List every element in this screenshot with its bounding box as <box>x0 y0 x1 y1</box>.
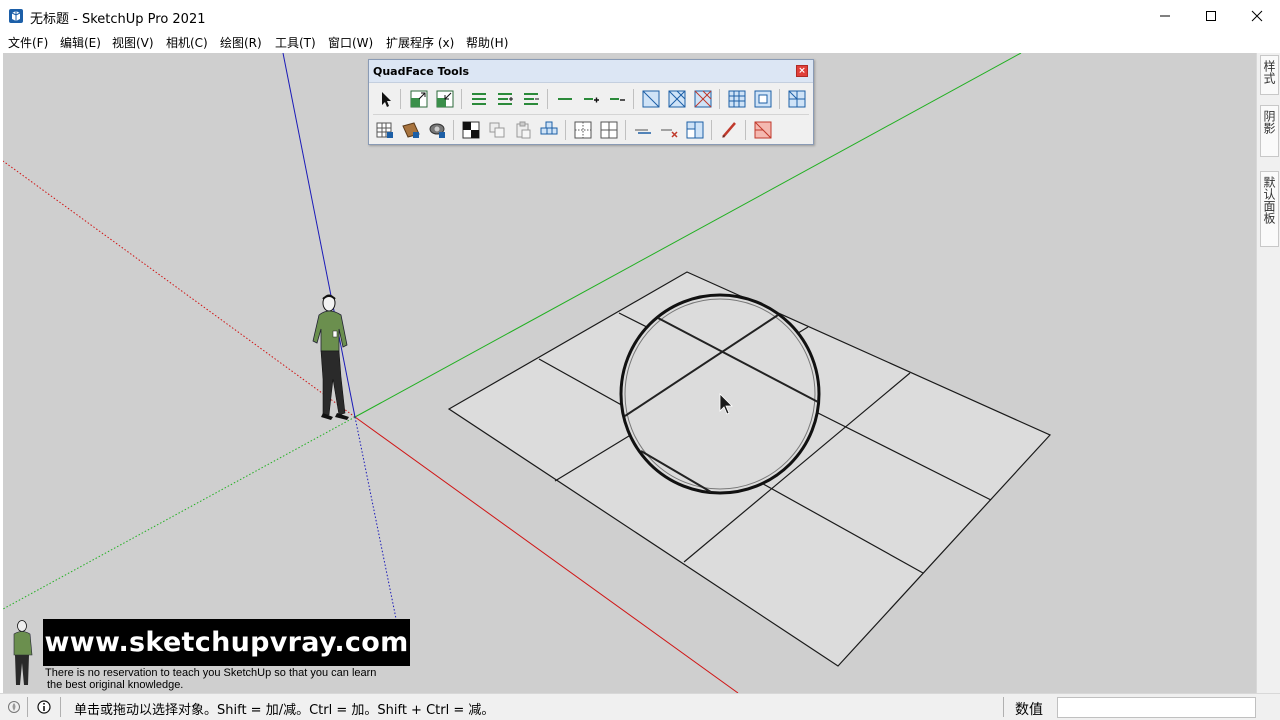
select-ring-icon[interactable] <box>556 90 574 108</box>
toolbar-divider <box>400 89 401 109</box>
window-title: 无标题 - SketchUp Pro 2021 <box>30 12 206 27</box>
measurements-label: 数值 <box>1015 702 1043 718</box>
smooth-quads-icon[interactable] <box>574 121 592 139</box>
minimize-button[interactable] <box>1142 0 1188 32</box>
menu-help[interactable]: 帮助(H) <box>466 34 508 51</box>
info-icon[interactable] <box>37 700 51 714</box>
tray-tab-shadows[interactable]: 阴影 <box>1260 105 1279 157</box>
convert-to-quads-icon[interactable] <box>788 90 806 108</box>
default-tray: 样式 阴影 默认面板 <box>1256 53 1280 693</box>
close-icon <box>1251 10 1263 22</box>
uv-map-icon[interactable] <box>376 121 394 139</box>
paste-uv-icon[interactable] <box>514 121 532 139</box>
shrink-loop-icon[interactable] <box>522 90 540 108</box>
toolbar-divider <box>461 89 462 109</box>
menu-draw[interactable]: 绘图(R) <box>220 34 262 51</box>
select-icon[interactable] <box>377 90 395 108</box>
close-button[interactable] <box>1234 0 1280 32</box>
menu-view[interactable]: 视图(V) <box>112 34 154 51</box>
modeling-viewport[interactable] <box>3 53 1256 693</box>
watermark-url: www.sketchupvray.com <box>44 627 409 658</box>
status-message: 单击或拖动以选择对象。Shift = 加/减。Ctrl = 加。Shift + … <box>74 703 495 718</box>
menu-window[interactable]: 窗口(W) <box>328 34 373 51</box>
grow-selection-icon[interactable] <box>410 90 428 108</box>
status-divider <box>60 697 61 717</box>
region-to-loop-icon[interactable] <box>642 90 660 108</box>
menu-tools[interactable]: 工具(T) <box>275 34 316 51</box>
blue-axis-positive <box>282 53 356 418</box>
toolbar-divider <box>711 120 712 140</box>
menu-extensions[interactable]: 扩展程序 (x) <box>386 34 454 51</box>
sketchup-window: 无标题 - SketchUp Pro 2021 文件(F) 编辑(E) 视图(V… <box>0 0 1280 720</box>
checker-icon[interactable] <box>462 121 480 139</box>
wireframe-to-quads-icon[interactable] <box>754 121 772 139</box>
build-corners-icon[interactable] <box>686 121 704 139</box>
red-axis-negative <box>3 160 356 418</box>
watermark-banner: www.sketchupvray.com <box>43 619 410 666</box>
status-divider <box>1003 697 1004 717</box>
triangulate-icon[interactable] <box>728 90 746 108</box>
tray-tab-styles[interactable]: 样式 <box>1260 55 1279 95</box>
menu-file[interactable]: 文件(F) <box>8 34 48 51</box>
shrink-selection-icon[interactable] <box>436 90 454 108</box>
menu-bar: 文件(F) 编辑(E) 视图(V) 相机(C) 绘图(R) 工具(T) 窗口(W… <box>0 32 1280 52</box>
toolbar-divider <box>745 120 746 140</box>
minimize-icon <box>1160 15 1170 17</box>
maximize-button[interactable] <box>1188 0 1234 32</box>
toolbar-divider <box>625 120 626 140</box>
green-axis-negative <box>3 416 356 610</box>
status-bar: 单击或拖动以选择对象。Shift = 加/减。Ctrl = 加。Shift + … <box>0 693 1280 720</box>
measurements-input[interactable] <box>1057 697 1256 718</box>
select-loop-icon[interactable] <box>470 90 488 108</box>
toolbar-divider <box>633 89 634 109</box>
copy-uv-icon[interactable] <box>488 121 506 139</box>
menu-edit[interactable]: 编辑(E) <box>60 34 101 51</box>
quadface-tools-toolbar[interactable]: QuadFace Tools × <box>368 59 814 145</box>
unwrap-uv-icon[interactable] <box>540 121 558 139</box>
geolocation-icon[interactable] <box>7 700 21 714</box>
remove-triangulation-icon[interactable] <box>754 90 772 108</box>
uv-texture-icon[interactable] <box>402 121 420 139</box>
blue-axis-negative <box>354 416 404 654</box>
toolbar-title: QuadFace Tools <box>373 65 470 78</box>
title-bar: 无标题 - SketchUp Pro 2021 <box>0 0 1280 32</box>
grow-loop-icon[interactable] <box>496 90 514 108</box>
uv-camera-icon[interactable] <box>428 121 446 139</box>
shrink-ring-icon[interactable] <box>608 90 626 108</box>
toolbar-row-divider <box>373 114 809 115</box>
toolbar-titlebar[interactable]: QuadFace Tools × <box>369 60 813 83</box>
insert-loop-icon[interactable] <box>634 121 652 139</box>
toolbar-divider <box>779 89 780 109</box>
remove-loop-icon[interactable] <box>660 121 678 139</box>
tray-tab-default-panel[interactable]: 默认面板 <box>1260 171 1279 247</box>
status-divider <box>27 697 28 717</box>
watermark-line-1: There is no reservation to teach you Ske… <box>45 667 377 679</box>
toolbar-divider <box>565 120 566 140</box>
grow-ring-icon[interactable] <box>582 90 600 108</box>
watermark-person-icon <box>13 620 33 685</box>
select-bounding-icon[interactable] <box>694 90 712 108</box>
toolbar-divider <box>547 89 548 109</box>
toolbar-divider <box>719 89 720 109</box>
toolbar-divider <box>453 120 454 140</box>
select-quads-icon[interactable] <box>668 90 686 108</box>
watermark-line-2: the best original knowledge. <box>47 679 184 691</box>
line-tool-icon[interactable] <box>720 121 738 139</box>
scene-canvas <box>3 53 1052 693</box>
maximize-icon <box>1206 11 1216 21</box>
menu-camera[interactable]: 相机(C) <box>166 34 208 51</box>
toolbar-close-button[interactable]: × <box>796 65 808 77</box>
subdivide-icon[interactable] <box>600 121 618 139</box>
sketchup-logo-icon <box>9 9 23 23</box>
